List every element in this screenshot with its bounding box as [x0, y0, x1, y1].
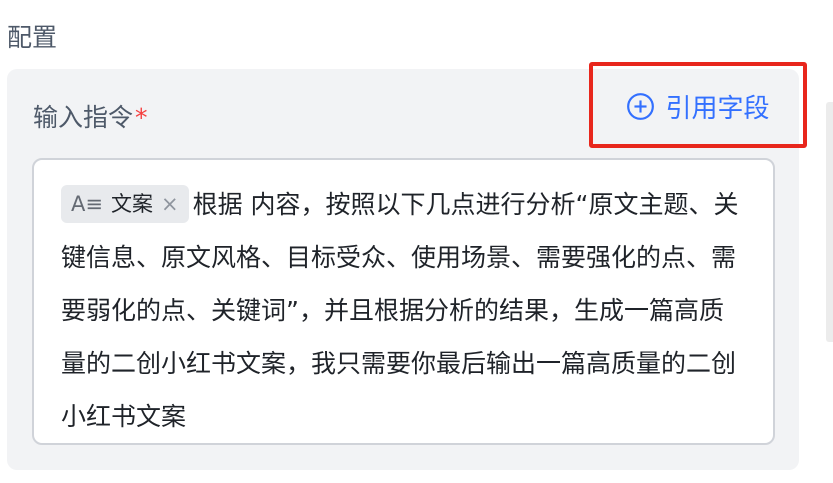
- text-field-icon: A≡: [71, 192, 103, 216]
- plus-circle-icon: [627, 92, 655, 120]
- instruction-input[interactable]: A≡ 文案 × 根据 内容，按照以下几点进行分析“原文主题、关键信息、原文风格、目标受…: [32, 158, 775, 445]
- reference-field-button[interactable]: 引用字段: [589, 62, 807, 148]
- instruction-label: 输入指令: [33, 103, 134, 132]
- field-tag-label: 文案: [110, 192, 153, 216]
- reference-field-label: 引用字段: [665, 93, 770, 124]
- section-title: 配置: [7, 23, 58, 52]
- instruction-text: 根据 内容，按照以下几点进行分析“原文主题、关键信息、原文风格、目标受众、使用场…: [61, 190, 739, 431]
- reference-field-button-content[interactable]: 引用字段: [626, 88, 770, 125]
- instruction-content[interactable]: A≡ 文案 × 根据 内容，按照以下几点进行分析“原文主题、关键信息、原文风格、目标受…: [61, 178, 747, 443]
- field-tag-chip[interactable]: A≡ 文案 ×: [61, 185, 189, 223]
- scrollbar[interactable]: [826, 102, 833, 342]
- required-mark: *: [135, 103, 148, 132]
- close-icon[interactable]: ×: [161, 185, 179, 223]
- instruction-label-row: 输入指令*: [33, 100, 148, 136]
